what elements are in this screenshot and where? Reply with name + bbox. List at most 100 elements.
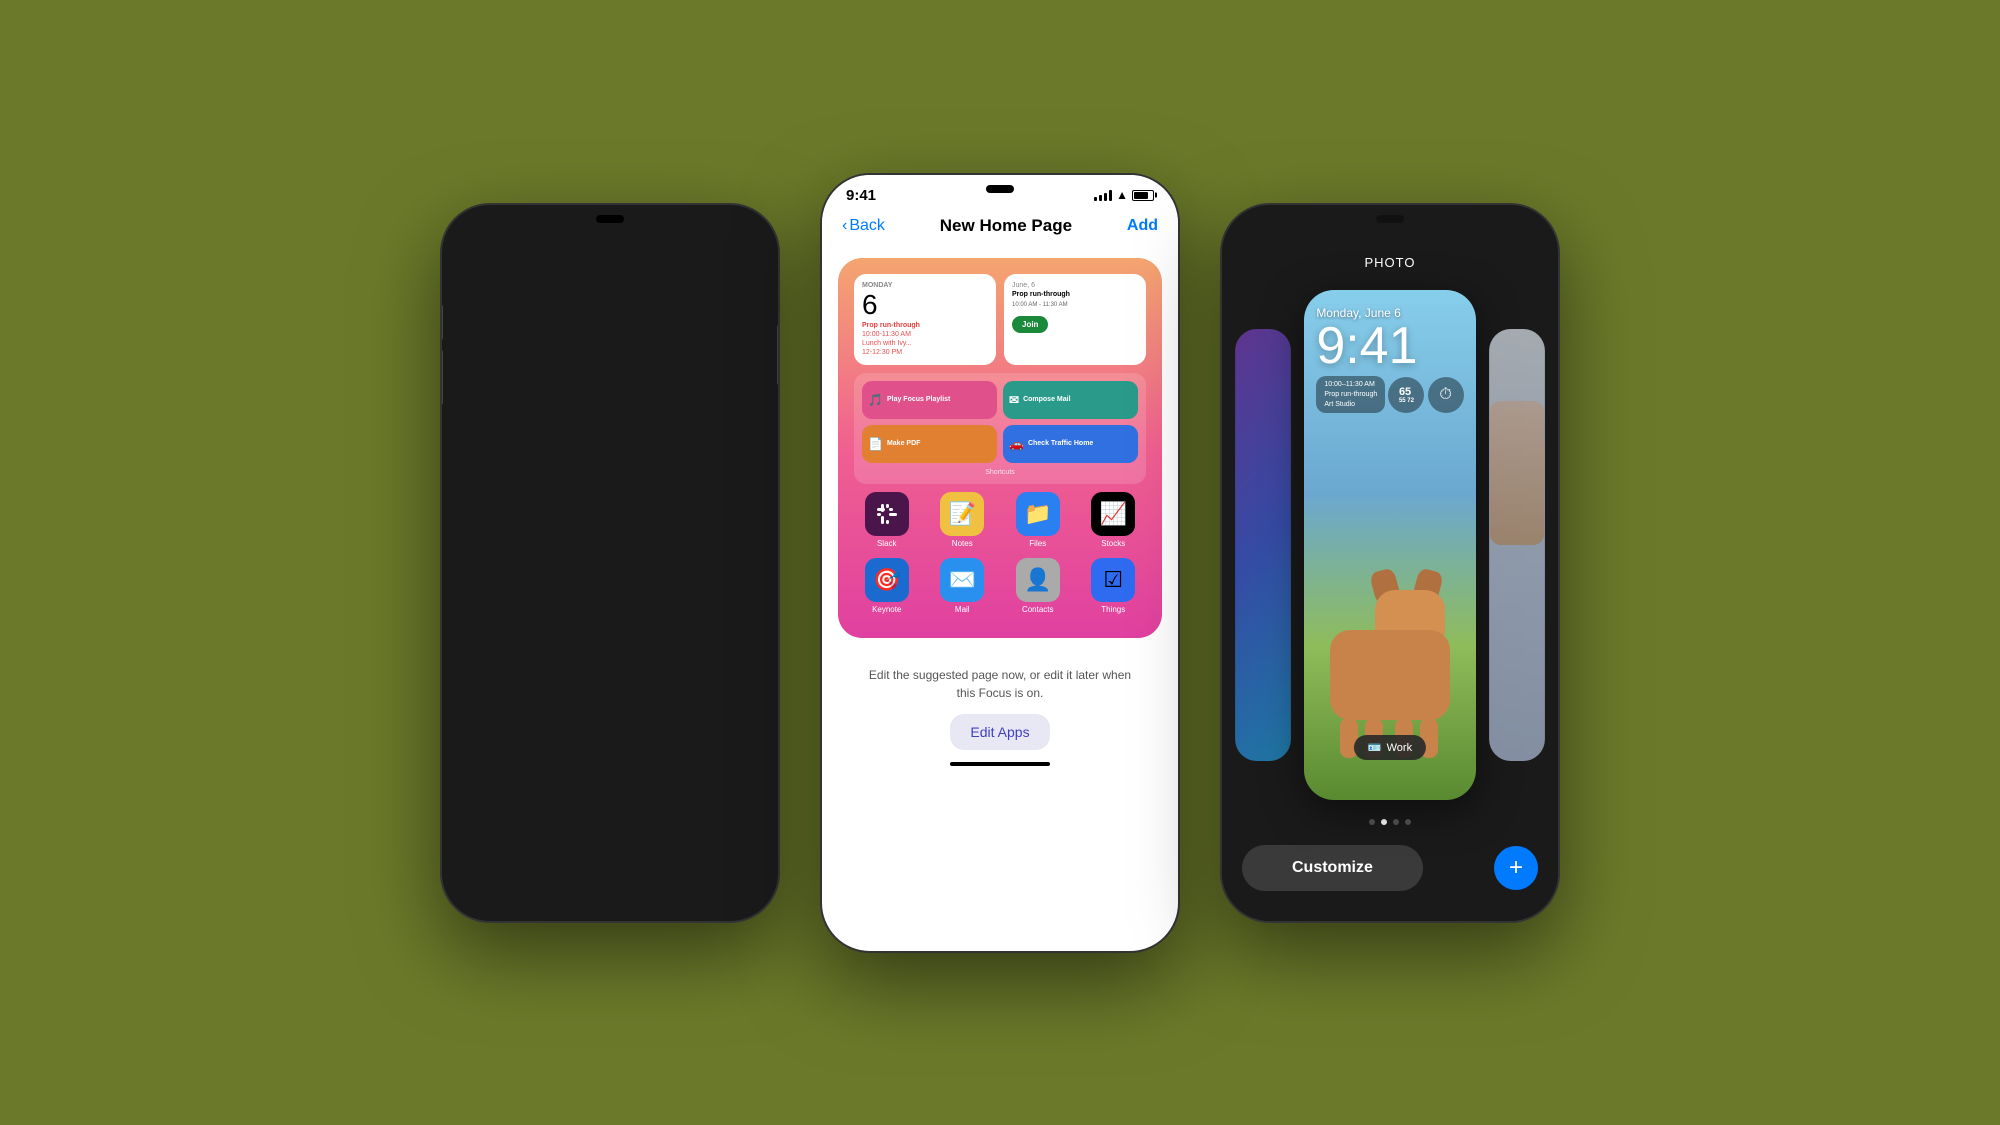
phone3-notch [1376,215,1404,223]
activity-icon: ⏱ [1439,386,1451,404]
home-content: MONDAY 6 Prop run-through 10:00-11:30 AM… [822,248,1178,904]
app-notes[interactable]: 📝 Notes [930,492,996,548]
wp-temp-widget: 65 55 72 [1388,377,1424,413]
app-label-mail: Mail [955,605,970,614]
shortcut-compose-mail[interactable]: ✉ Compose Mail [1003,381,1138,419]
pdf-icon: 📄 [868,437,883,451]
calendar-header: MONDAY [862,282,988,289]
vol-button-2 [440,350,443,405]
shortcut-play-playlist[interactable]: 🎵 Play Focus Playlist [862,381,997,419]
app-files[interactable]: 📁 Files [1005,492,1071,548]
shortcut-label-4: Check Traffic Home [1028,440,1093,447]
phone-2: 9:41 ▲ ‹ Back New Home Page Add [820,173,1180,953]
battery-fill [1134,192,1148,199]
dot-2-active[interactable] [1381,819,1387,825]
app-label-keynote: Keynote [872,605,901,614]
app-keynote[interactable]: 🎯 Keynote [854,558,920,614]
wallpaper-bottom-controls: Customize + [1222,835,1558,921]
event-time: 10:00–11:30 AM [1324,380,1377,390]
temp-value: 65 [1399,386,1414,398]
app-label-files: Files [1029,539,1046,548]
webex-header: June, 6 [1012,282,1138,289]
side-button [777,325,780,385]
slack-icon [865,492,909,536]
signal-bar-1 [1094,197,1097,201]
app-label-contacts: Contacts [1022,605,1054,614]
phone-1: Mon 6 9:41 ✕ Link Focus Select a Focus t… [440,203,780,923]
calendar-event1: Prop run-through 10:00-11:30 AM Lunch wi… [862,321,988,357]
dot-4[interactable] [1405,819,1411,825]
work-badge-icon: 🪪 [1368,741,1382,754]
wallpaper-left[interactable] [1235,329,1291,761]
files-icon: 📁 [1016,492,1060,536]
shortcut-make-pdf[interactable]: 📄 Make PDF [862,425,997,463]
edit-apps-button[interactable]: Edit Apps [950,714,1049,750]
temperature: 65 55 72 [1399,386,1414,404]
widget-row-1: MONDAY 6 Prop run-through 10:00-11:30 AM… [854,274,1146,365]
customize-button[interactable]: Customize [1242,845,1423,891]
app-label-notes: Notes [952,539,973,548]
add-wallpaper-button[interactable]: + [1494,846,1538,890]
phone2-notch [986,185,1014,193]
wp-event-widget: 10:00–11:30 AM Prop run-through Art Stud… [1316,376,1385,413]
app-label-stocks: Stocks [1101,539,1125,548]
wp-time: 9:41 [1316,320,1463,372]
phone-notch [596,215,624,223]
keynote-icon: 🎯 [865,558,909,602]
app-slack[interactable]: Slack [854,492,920,548]
wallpaper-carousel: Monday, June 6 9:41 10:00–11:30 AM Prop … [1222,282,1558,809]
signal-bar-2 [1099,195,1102,201]
wallpaper-dots [1222,809,1558,835]
event-name: Prop run-through [1324,390,1377,400]
work-focus-badge: 🪪 Work [1354,735,1426,760]
shortcut-row-2: 📄 Make PDF 🚗 Check Traffic Home [862,425,1138,463]
mail-app-icon: ✉️ [940,558,984,602]
home-page-preview: MONDAY 6 Prop run-through 10:00-11:30 AM… [838,258,1162,638]
wallpaper-overlay: Monday, June 6 9:41 10:00–11:30 AM Prop … [1304,290,1475,421]
join-button[interactable]: Join [1012,316,1048,333]
back-label: Back [849,217,885,235]
webex-widget: June, 6 Prop run-through 10:00 AM - 11:3… [1004,274,1146,365]
signal-icon [1094,189,1112,201]
stocks-icon: 📈 [1091,492,1135,536]
battery-icon [1132,190,1154,201]
car-icon: 🚗 [1009,437,1024,451]
signal-bar-3 [1104,193,1107,201]
app-mail[interactable]: ✉️ Mail [930,558,996,614]
app-label-slack: Slack [877,539,897,548]
temp-range: 55 72 [1399,398,1414,404]
app-contacts[interactable]: 👤 Contacts [1005,558,1071,614]
wallpaper-right[interactable] [1489,329,1545,761]
work-badge-label: Work [1387,742,1412,754]
status-time: 9:41 [846,187,876,204]
wallpaper-picker: PHOTO [1222,205,1558,921]
mail-icon: ✉ [1009,393,1019,407]
event1-time: 10:00-11:30 AM [862,331,911,338]
shortcut-label-2: Compose Mail [1023,396,1070,403]
dot-1[interactable] [1369,819,1375,825]
app-stocks[interactable]: 📈 Stocks [1081,492,1147,548]
event2-name: Lunch with Ivy... [862,340,912,347]
home-indicator [950,762,1050,766]
music-icon: 🎵 [868,393,883,407]
shortcut-label-1: Play Focus Playlist [887,396,950,403]
shortcuts-section: 🎵 Play Focus Playlist ✉ Compose Mail 📄 M… [854,373,1146,484]
wallpaper-center[interactable]: Monday, June 6 9:41 10:00–11:30 AM Prop … [1304,290,1475,800]
things-icon: ☑ [1091,558,1135,602]
shortcut-label-3: Make PDF [887,440,920,447]
calendar-widget: MONDAY 6 Prop run-through 10:00-11:30 AM… [854,274,996,365]
add-button[interactable]: Add [1127,217,1158,235]
status-icons: ▲ [1094,188,1154,202]
wifi-icon: ▲ [1116,188,1128,202]
calendar-day: 6 [862,291,988,319]
chevron-left-icon: ‹ [842,217,847,235]
dot-3[interactable] [1393,819,1399,825]
signal-bar-4 [1109,190,1112,201]
back-button[interactable]: ‹ Back [842,217,885,235]
wp-widgets: 10:00–11:30 AM Prop run-through Art Stud… [1316,376,1463,413]
event1-name: Prop run-through [862,322,920,329]
app-things[interactable]: ☑ Things [1081,558,1147,614]
shortcut-check-traffic[interactable]: 🚗 Check Traffic Home [1003,425,1138,463]
nav-bar: ‹ Back New Home Page Add [822,208,1178,248]
apps-grid: Slack 📝 Notes 📁 Files 📈 Stocks 🎯 Keynote [854,492,1146,614]
